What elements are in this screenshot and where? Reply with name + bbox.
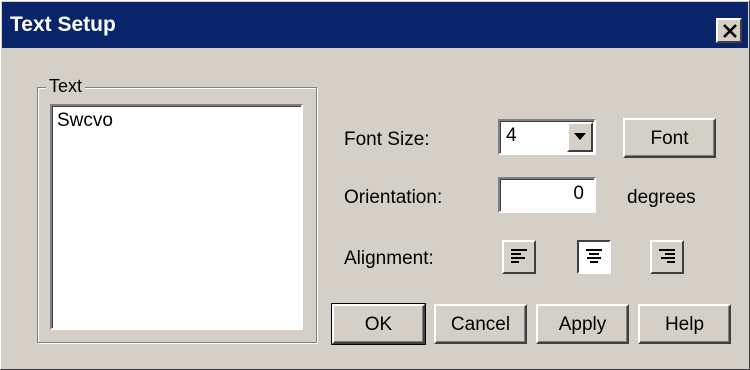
apply-button[interactable]: Apply [536,304,629,344]
help-button[interactable]: Help [638,304,731,344]
font-button-label: Font [650,128,689,149]
close-icon [723,24,737,38]
orientation-input[interactable]: 0 [498,177,596,213]
text-content-field[interactable]: Swcvo [50,104,303,330]
apply-button-label: Apply [558,314,607,335]
text-group-label: Text [46,76,86,97]
align-right-button[interactable] [650,240,684,274]
font-size-label: Font Size: [344,129,430,150]
orientation-value: 0 [573,183,584,204]
help-button-label: Help [664,314,705,335]
font-size-dropdown-button[interactable] [567,122,593,152]
align-center-icon [586,249,602,263]
align-left-icon [511,249,527,263]
alignment-label: Alignment: [344,248,434,269]
font-size-value: 4 [506,125,517,146]
title-bar[interactable]: Text Setup [2,2,748,48]
chevron-down-icon [574,133,586,140]
align-left-button[interactable] [502,240,536,274]
text-groupbox: Text Swcvo [37,76,317,343]
degrees-unit-label: degrees [627,187,696,208]
close-button[interactable] [716,18,742,43]
ok-button[interactable]: OK [331,303,426,345]
font-size-select[interactable]: 4 [498,119,596,155]
align-right-icon [659,249,675,263]
orientation-label: Orientation: [344,187,443,208]
cancel-button-label: Cancel [450,314,511,335]
cancel-button[interactable]: Cancel [434,304,527,344]
font-button[interactable]: Font [623,118,716,158]
align-center-button[interactable] [577,240,611,274]
ok-button-label: OK [364,314,393,335]
window-title: Text Setup [10,13,116,36]
text-setup-dialog: Text Setup Text Swcvo Font Size: 4 Font … [0,0,750,370]
